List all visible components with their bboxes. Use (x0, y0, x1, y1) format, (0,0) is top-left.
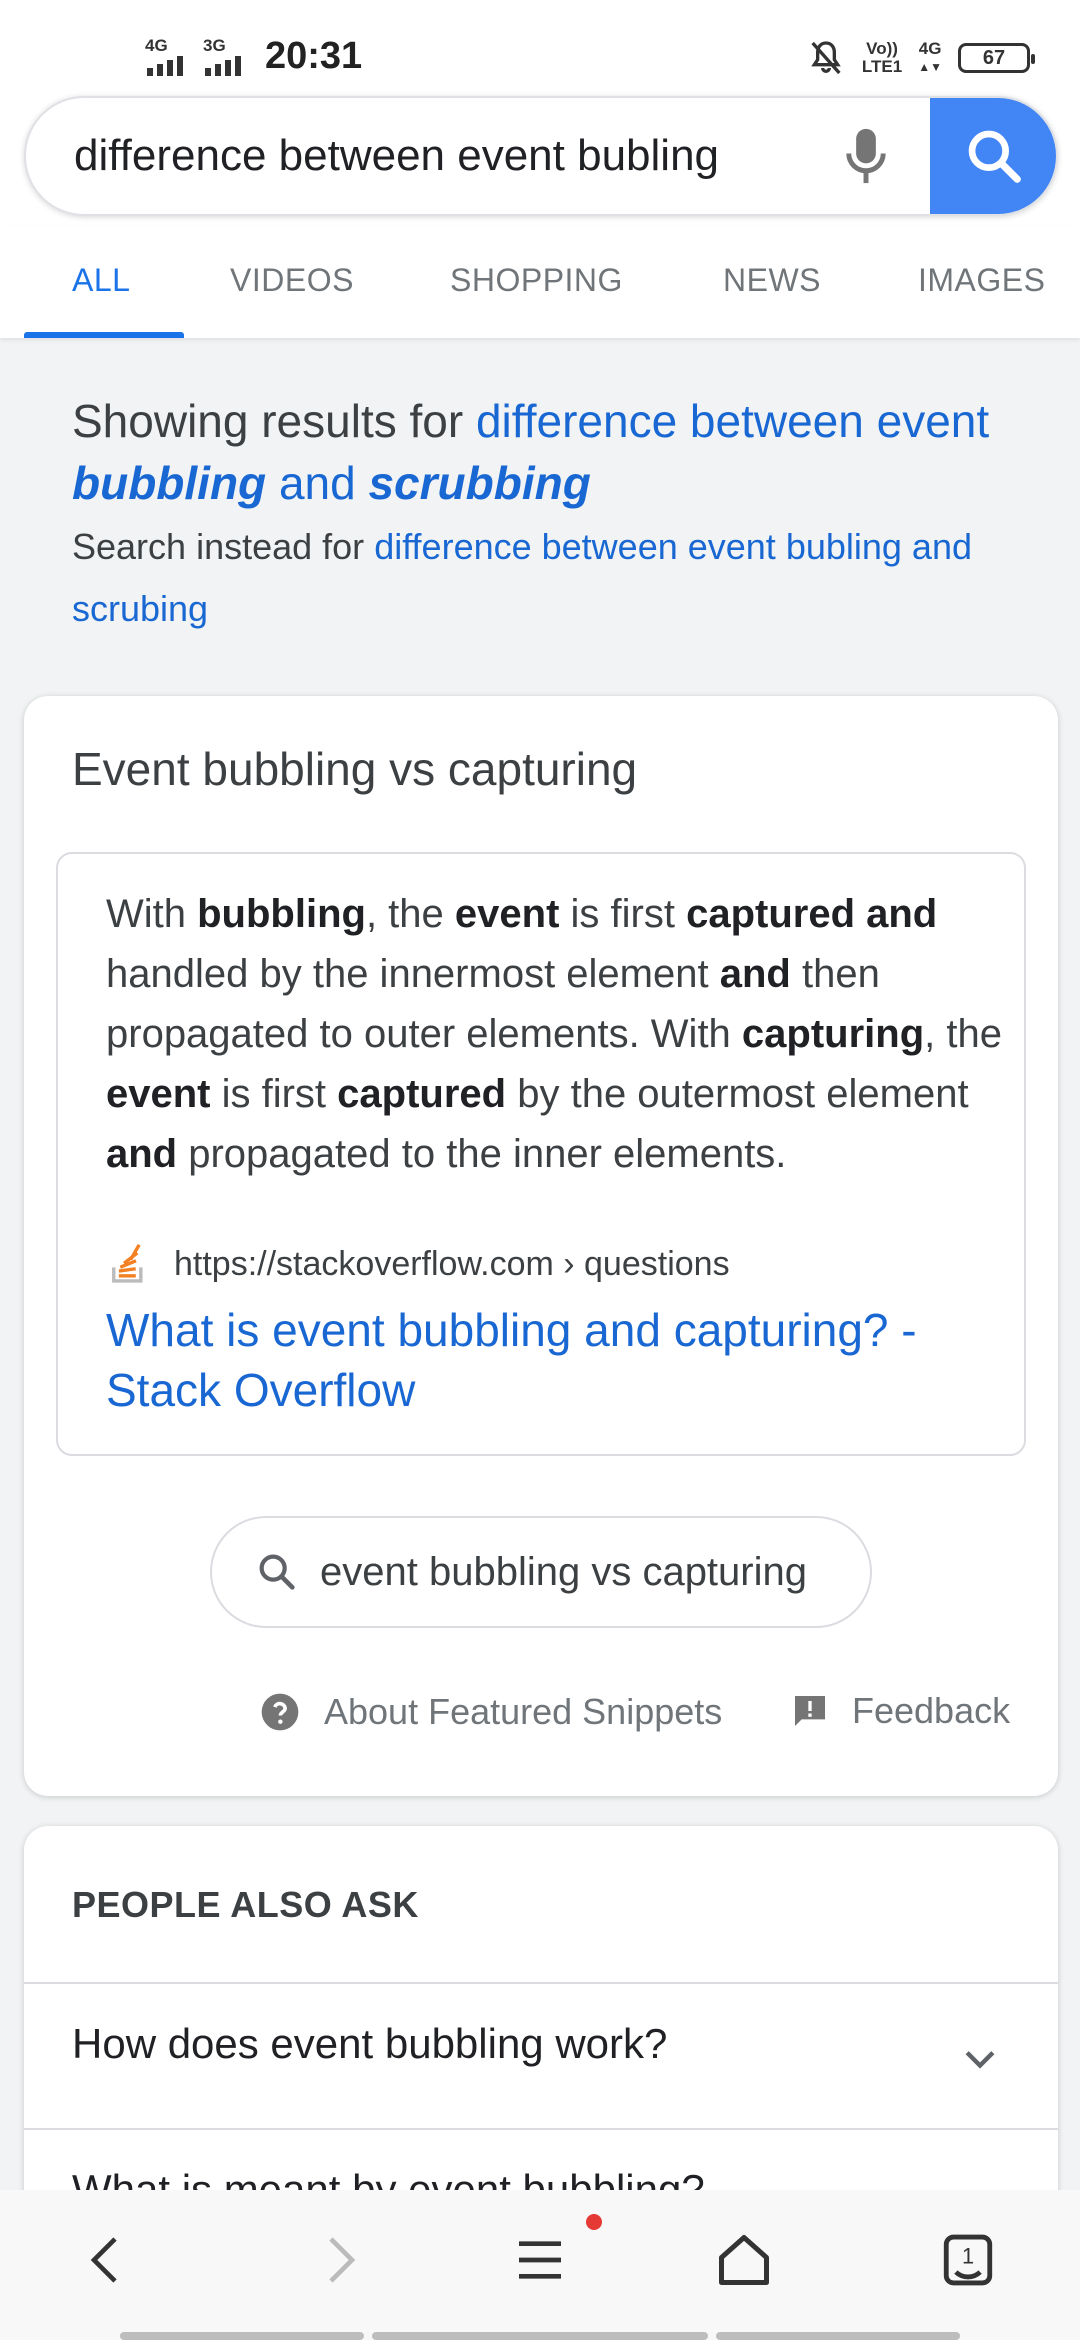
status-bar: 4G 3G 20:31 Vo)) LTE1 4G ▲▼ 67 (0, 0, 1080, 96)
forward-button[interactable] (298, 2220, 378, 2300)
tab-news[interactable]: NEWS (723, 226, 821, 338)
signal-icon: 3G (203, 36, 251, 76)
back-icon (90, 2237, 117, 2283)
mic-icon[interactable] (836, 124, 896, 188)
about-featured-snippets[interactable]: About Featured Snippets (258, 1690, 722, 1734)
gesture-bar (716, 2332, 960, 2340)
search-header: difference between event bubling (0, 96, 1080, 226)
featured-snippet-title: Event bubbling vs capturing (72, 743, 638, 795)
tabs-button[interactable]: 1 (928, 2220, 1008, 2300)
source-url: https://stackoverflow.com › questions (174, 1244, 730, 1283)
corrected-bold: bubbling (72, 457, 267, 509)
feedback-icon (795, 1696, 825, 1726)
mute-bell-icon (811, 41, 841, 75)
snippet-footer: About Featured Snippets Feedback (24, 1686, 1058, 1746)
related-search-chip[interactable]: event bubbling vs capturing (210, 1516, 872, 1628)
tab-images[interactable]: IMAGES (918, 226, 1045, 338)
gesture-bar (120, 2332, 364, 2340)
menu-button[interactable] (500, 2220, 580, 2300)
search-bar[interactable]: difference between event bubling (24, 96, 1058, 216)
search-icon (259, 1554, 295, 1590)
battery-level: 67 (982, 46, 1006, 69)
notification-dot (586, 2214, 602, 2230)
volte-indicator: Vo)) LTE1 (862, 40, 902, 76)
volte-top: Vo)) (866, 39, 898, 58)
paa-question-text: How does event bubbling work? (72, 2020, 668, 2067)
source-row[interactable]: https://stackoverflow.com › questions (108, 1242, 730, 1286)
tab-count: 1 (962, 2244, 974, 2269)
network-type-label: 3G (203, 36, 226, 55)
active-tab-indicator (24, 332, 184, 338)
tab-videos[interactable]: VIDEOS (230, 226, 354, 338)
help-icon (261, 1693, 299, 1731)
people-also-ask-title: PEOPLE ALSO ASK (72, 1884, 419, 1925)
showing-results-for: Showing results for difference between e… (72, 390, 1032, 514)
home-button[interactable] (704, 2220, 784, 2300)
home-icon (719, 2235, 769, 2285)
back-button[interactable] (68, 2220, 148, 2300)
snippet-text: With bubbling, the event is first captur… (106, 892, 1002, 1176)
stackoverflow-icon (112, 1243, 143, 1283)
search-button[interactable] (930, 98, 1056, 214)
browser-bottom-nav: 1 (0, 2190, 1080, 2340)
search-instead-for: Search instead for difference between ev… (72, 516, 1032, 640)
data-indicator: 4G ▲▼ (918, 39, 942, 75)
forward-icon (329, 2237, 356, 2283)
tabs-icon: 1 (943, 2234, 993, 2286)
tab-shopping[interactable]: SHOPPING (450, 226, 623, 338)
feedback-label: Feedback (852, 1690, 1011, 1731)
corrected-and: and (278, 457, 356, 509)
related-search-label: event bubbling vs capturing (320, 1549, 807, 1594)
signal-icon: 4G (145, 36, 193, 76)
chevron-down-icon (965, 2051, 995, 2069)
gesture-bar (372, 2332, 708, 2340)
clock: 20:31 (265, 35, 363, 77)
result-link[interactable]: What is event bubbling and capturing? - … (106, 1300, 1006, 1420)
instead-prefix: Search instead for (72, 526, 365, 567)
battery-icon: 67 (958, 43, 1035, 73)
network-type-label: 4G (145, 36, 168, 55)
paa-question[interactable]: How does event bubbling work? (24, 1982, 1058, 2128)
about-label: About Featured Snippets (324, 1691, 723, 1732)
search-icon (968, 130, 1021, 183)
menu-icon (519, 2241, 561, 2279)
showing-prefix: Showing results for (72, 395, 464, 447)
network-type-label: 4G (918, 39, 942, 58)
featured-snippet-card: Event bubbling vs capturing With bubblin… (24, 696, 1058, 1796)
spelling-correction: Showing results for difference between e… (72, 390, 1032, 640)
tab-all[interactable]: ALL (72, 226, 130, 338)
snippet-box: With bubbling, the event is first captur… (56, 852, 1026, 1456)
corrected-bold: scrubbing (368, 457, 591, 509)
status-right: Vo)) LTE1 4G ▲▼ 67 (806, 38, 1035, 78)
status-left: 4G 3G 20:31 (145, 36, 362, 76)
volte-bottom: LTE1 (861, 57, 903, 76)
search-tabs: ALL VIDEOS SHOPPING NEWS IMAGES (0, 226, 1080, 338)
corrected-text: difference between event (475, 395, 990, 447)
search-input[interactable]: difference between event bubling (74, 98, 814, 214)
feedback-button[interactable]: Feedback (790, 1690, 1010, 1732)
